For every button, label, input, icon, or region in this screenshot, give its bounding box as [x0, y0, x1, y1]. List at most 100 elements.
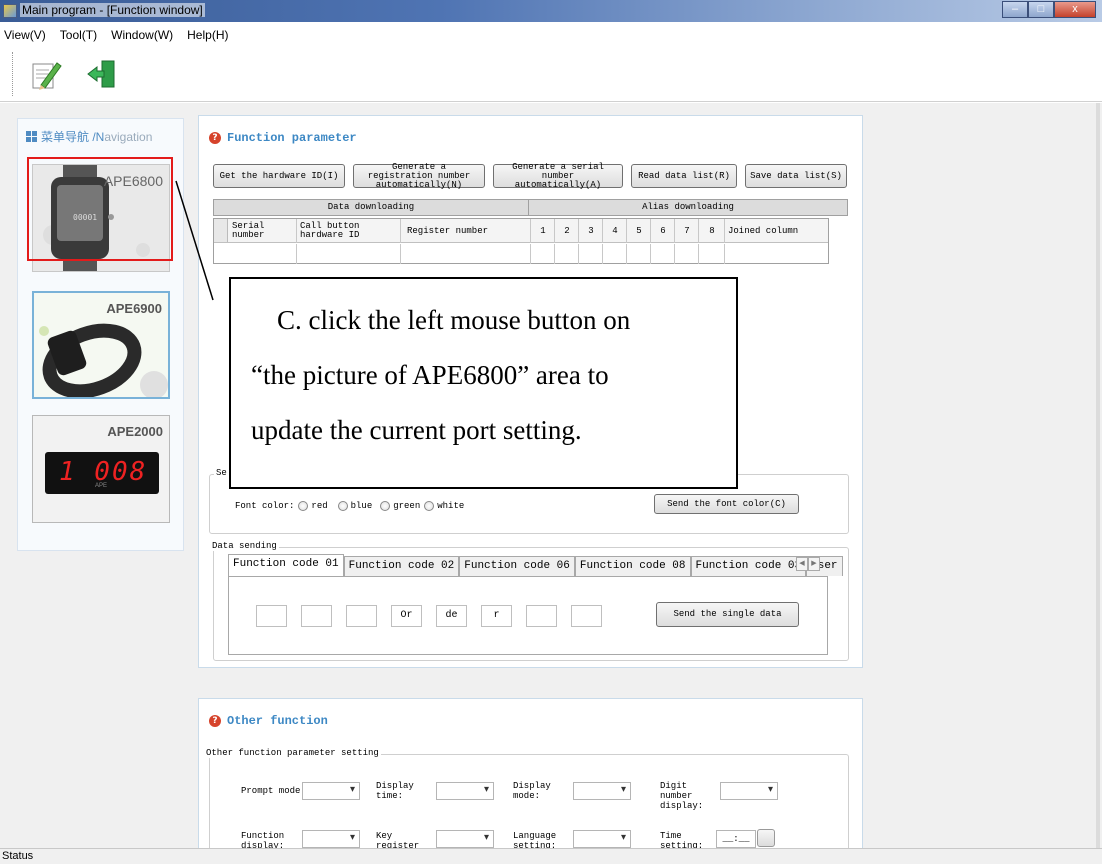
other-function-legend: Other function parameter setting: [204, 748, 381, 758]
table-cell[interactable]: [579, 244, 603, 264]
table-cell[interactable]: [555, 244, 579, 264]
radio-green[interactable]: [380, 501, 391, 511]
led-display: 1 008 APE: [45, 452, 159, 494]
tab-function-code-01[interactable]: Function code 01: [228, 554, 344, 576]
font-color-label: Font color:: [235, 501, 295, 511]
font-color-row: Font color: red blue green white: [235, 501, 464, 511]
prompt-mode-select[interactable]: [302, 782, 360, 800]
function-display-select[interactable]: [302, 830, 360, 848]
annotation-line-3: update the current port setting.: [251, 415, 582, 445]
menu-window[interactable]: Window(W): [111, 28, 173, 42]
generate-registration-button[interactable]: Generate a registration number automatic…: [353, 162, 485, 189]
nav-header-en: avigation: [104, 129, 153, 144]
radio-white[interactable]: [424, 501, 435, 511]
col-7[interactable]: 7: [675, 219, 699, 243]
display-mode-select[interactable]: [573, 782, 631, 800]
menu-tool[interactable]: Tool(T): [60, 28, 97, 42]
vertical-scrollbar[interactable]: [1096, 103, 1100, 848]
table-cell[interactable]: [699, 244, 725, 264]
function-code-tabs: Function code 01 Function code 02 Functi…: [228, 554, 843, 576]
row-selector[interactable]: [214, 219, 228, 242]
title-bar: Main program - [Function window] – □ x: [0, 0, 1102, 22]
digit-number-display-label: Digit number display:: [660, 781, 704, 811]
code-box-2[interactable]: [301, 605, 332, 627]
function-parameter-title: ? Function parameter: [209, 131, 357, 145]
col-5[interactable]: 5: [627, 219, 651, 243]
read-data-list-button[interactable]: Read data list(R): [631, 164, 737, 188]
key-register-mode-select[interactable]: [436, 830, 494, 848]
col-8[interactable]: 8: [699, 219, 725, 243]
toolbar: [0, 48, 1102, 102]
code-box-3[interactable]: [346, 605, 377, 627]
tab-function-code-08[interactable]: Function code 08: [574, 556, 691, 576]
radio-blue[interactable]: [337, 501, 348, 511]
toolbar-separator: [12, 52, 14, 96]
exit-icon[interactable]: [82, 54, 122, 94]
led-brand: APE: [95, 483, 108, 489]
code-box-4[interactable]: Or: [391, 605, 422, 627]
tab-function-code-06[interactable]: Function code 06: [459, 556, 575, 576]
tab-scroll-left-icon[interactable]: ◀: [796, 557, 808, 571]
table-cell[interactable]: [401, 244, 531, 264]
device-card-ape6900[interactable]: APE6900: [32, 291, 170, 399]
get-hardware-id-button[interactable]: Get the hardware ID(I): [213, 164, 345, 188]
app-icon: [3, 4, 17, 18]
device-card-ape2000[interactable]: APE2000 1 008 APE: [32, 415, 170, 523]
digit-number-display-select[interactable]: [720, 782, 778, 800]
edit-icon[interactable]: [26, 54, 66, 94]
col-2[interactable]: 2: [555, 219, 579, 243]
other-function-panel: ? Other function Other function paramete…: [198, 698, 863, 861]
maximize-button[interactable]: □: [1028, 1, 1054, 18]
table-cell[interactable]: [651, 244, 675, 264]
send-single-data-button[interactable]: Send the single data: [656, 602, 799, 627]
table-cell[interactable]: [297, 244, 401, 264]
display-time-select[interactable]: [436, 782, 494, 800]
col-serial-number[interactable]: Serial number: [229, 219, 297, 243]
nav-header-n: N: [95, 129, 105, 144]
table-header-row: Serial number Call button hardware ID Re…: [214, 219, 828, 243]
other-function-title-text: Other function: [227, 714, 328, 728]
col-joined[interactable]: Joined column: [725, 219, 829, 243]
table-cell[interactable]: [675, 244, 699, 264]
code-box-7[interactable]: [526, 605, 557, 627]
data-downloading-header: Data downloading: [213, 199, 529, 216]
help-icon: ?: [209, 132, 221, 144]
data-table[interactable]: Serial number Call button hardware ID Re…: [213, 218, 829, 264]
annotation-callout: C. click the left mouse button on “the p…: [229, 277, 738, 489]
col-3[interactable]: 3: [579, 219, 603, 243]
table-cell[interactable]: [603, 244, 627, 264]
radio-red[interactable]: [298, 501, 309, 511]
code-box-6[interactable]: r: [481, 605, 512, 627]
table-cell[interactable]: [531, 244, 555, 264]
send-font-color-button[interactable]: Send the font color(C): [654, 494, 799, 514]
tab-scroll-right-icon[interactable]: ▶: [808, 557, 820, 571]
close-button[interactable]: x: [1054, 1, 1096, 18]
display-time-label: Display time:: [376, 781, 414, 801]
device-label-ape6900: APE6900: [106, 301, 162, 316]
save-data-list-button[interactable]: Save data list(S): [745, 164, 847, 188]
nav-header-cn: 菜单导航 /: [41, 130, 96, 144]
window-title: Main program - [Function window]: [20, 3, 205, 17]
radio-blue-label: blue: [350, 501, 373, 511]
code-box-5[interactable]: de: [436, 605, 467, 627]
code-box-8[interactable]: [571, 605, 602, 627]
table-cell[interactable]: [229, 244, 297, 264]
col-hardware-id[interactable]: Call button hardware ID: [297, 219, 401, 243]
menu-help[interactable]: Help(H): [187, 28, 228, 42]
tab-function-code-03[interactable]: Function code 03: [690, 556, 807, 576]
data-sending-legend: Data sending: [210, 541, 279, 551]
time-setting-input[interactable]: __:__: [716, 830, 756, 848]
time-setting-spin-button[interactable]: [757, 829, 775, 847]
code-box-1[interactable]: [256, 605, 287, 627]
col-register-number[interactable]: Register number: [401, 219, 531, 243]
col-1[interactable]: 1: [531, 219, 555, 243]
minimize-button[interactable]: –: [1002, 1, 1028, 18]
annotation-line-1: C. click the left mouse button on: [277, 305, 631, 335]
table-cell[interactable]: [627, 244, 651, 264]
generate-serial-button[interactable]: Generate a serial number automatically(A…: [493, 162, 623, 189]
menu-view[interactable]: View(V): [4, 28, 46, 42]
col-6[interactable]: 6: [651, 219, 675, 243]
col-4[interactable]: 4: [603, 219, 627, 243]
tab-function-code-02[interactable]: Function code 02: [343, 556, 460, 576]
language-setting-select[interactable]: [573, 830, 631, 848]
